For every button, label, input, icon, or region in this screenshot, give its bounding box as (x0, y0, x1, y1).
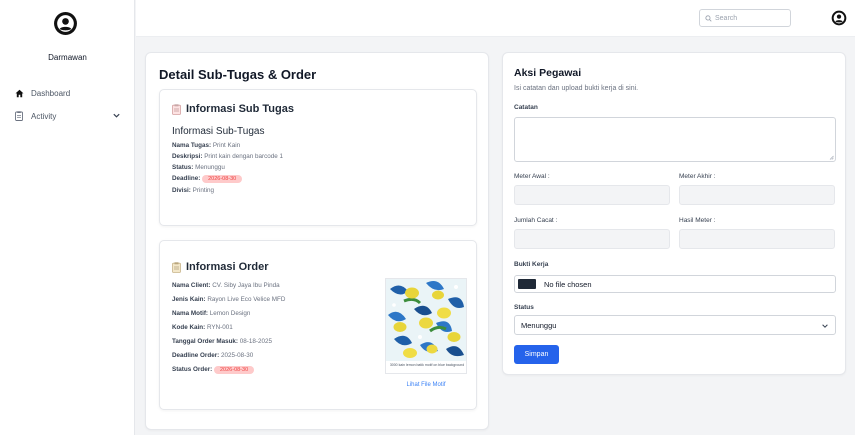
chevron-down-icon[interactable] (112, 111, 121, 120)
aksi-pegawai-card: Aksi Pegawai Isi catatan dan upload bukt… (502, 52, 846, 375)
field-nama-tugas: Nama Tugas: Print Kain (172, 142, 241, 149)
sidebar: Darmawan Dashboard Activity (0, 0, 135, 435)
meter-akhir-label: Meter Akhir : (679, 173, 716, 180)
motif-preview[interactable]: 3000 kain lemon batik motif on blue back… (385, 278, 467, 374)
aksi-title: Aksi Pegawai (514, 67, 582, 79)
meter-awal-label: Meter Awal : (514, 173, 550, 180)
hasil-meter-field[interactable] (679, 229, 835, 249)
field-status: Status: Menunggu (172, 164, 225, 171)
bukti-kerja-file-input[interactable]: No file chosen (514, 275, 836, 293)
sub-tugas-panel: Informasi Sub Tugas Informasi Sub-Tugas … (159, 89, 477, 226)
search-icon (705, 14, 712, 22)
clipboard-icon (172, 103, 181, 115)
field-jenis-kain: Jenis Kain: Rayon Live Eco Velice MFD (172, 296, 286, 303)
jumlah-cacat-label: Jumlah Cacat : (514, 217, 558, 224)
jumlah-cacat-field[interactable] (514, 229, 670, 249)
field-deadline-order: Deadline Order: 2025-08-30 (172, 352, 254, 359)
sidebar-item-label: Dashboard (31, 88, 71, 98)
status-select[interactable]: Menunggu (514, 315, 836, 335)
lemon-motif-image (386, 279, 466, 361)
meter-akhir-field[interactable] (679, 185, 835, 205)
clipboard-icon (14, 111, 24, 121)
username: Darmawan (48, 53, 87, 62)
save-button[interactable]: Simpan (514, 345, 559, 364)
catatan-label: Catatan (514, 104, 538, 111)
clipboard-icon (172, 261, 181, 273)
order-heading-text: Informasi Order (186, 261, 269, 273)
order-heading: Informasi Order (172, 261, 269, 273)
field-kode-kain: Kode Kain: RYN-001 (172, 324, 233, 331)
sidebar-item-label: Activity (31, 111, 57, 121)
field-nama-motif: Nama Motif: Lemon Design (172, 310, 251, 317)
field-status-order: Status Order: 2026-08-30 (172, 366, 255, 374)
sub-tugas-subheading: Informasi Sub-Tugas (172, 126, 265, 137)
bukti-kerja-label: Bukti Kerja (514, 261, 549, 268)
field-nama-client: Nama Client: CV. Siby Jaya Ibu Pinda (172, 282, 280, 289)
hasil-meter-label: Hasil Meter : (679, 217, 716, 224)
sub-tugas-heading: Informasi Sub Tugas (172, 103, 294, 115)
page-title: Detail Sub-Tugas & Order (159, 67, 317, 82)
motif-caption: 3000 kain lemon batik motif on blue back… (389, 363, 465, 367)
sidebar-item-activity[interactable]: Activity (14, 109, 129, 123)
catatan-textarea[interactable] (514, 117, 836, 162)
home-icon (14, 88, 24, 98)
order-panel: Informasi Order Nama Client: CV. Siby Ja… (159, 240, 477, 410)
user-avatar-icon[interactable] (53, 11, 78, 36)
status-label: Status (514, 304, 534, 311)
detail-card: Detail Sub-Tugas & Order Informasi Sub T… (145, 52, 489, 430)
status-order-badge: 2026-08-30 (214, 366, 255, 374)
meter-awal-field[interactable] (514, 185, 670, 205)
topbar: Search (136, 0, 855, 37)
field-deskripsi: Deskripsi: Print kain dengan barcode 1 (172, 153, 283, 160)
search-placeholder: Search (715, 14, 738, 22)
sidebar-item-dashboard[interactable]: Dashboard (14, 86, 129, 100)
sub-tugas-heading-text: Informasi Sub Tugas (186, 103, 294, 115)
aksi-description: Isi catatan dan upload bukti kerja di si… (514, 85, 639, 92)
resize-handle-icon[interactable] (829, 155, 834, 160)
profile-avatar-icon[interactable] (831, 10, 847, 26)
field-tanggal-order: Tanggal Order Masuk: 08-18-2025 (172, 338, 272, 345)
file-status-text: No file chosen (544, 279, 592, 289)
field-divisi: Divisi: Printing (172, 187, 215, 194)
status-select-value: Menunggu (521, 320, 557, 330)
deadline-badge: 2026-08-30 (202, 175, 243, 183)
chevron-down-icon (822, 324, 828, 328)
search-input[interactable]: Search (699, 9, 791, 27)
field-deadline: Deadline: 2026-08-30 (172, 175, 243, 183)
view-motif-link[interactable]: Lihat File Motif (385, 382, 467, 388)
choose-file-button[interactable] (518, 279, 536, 289)
